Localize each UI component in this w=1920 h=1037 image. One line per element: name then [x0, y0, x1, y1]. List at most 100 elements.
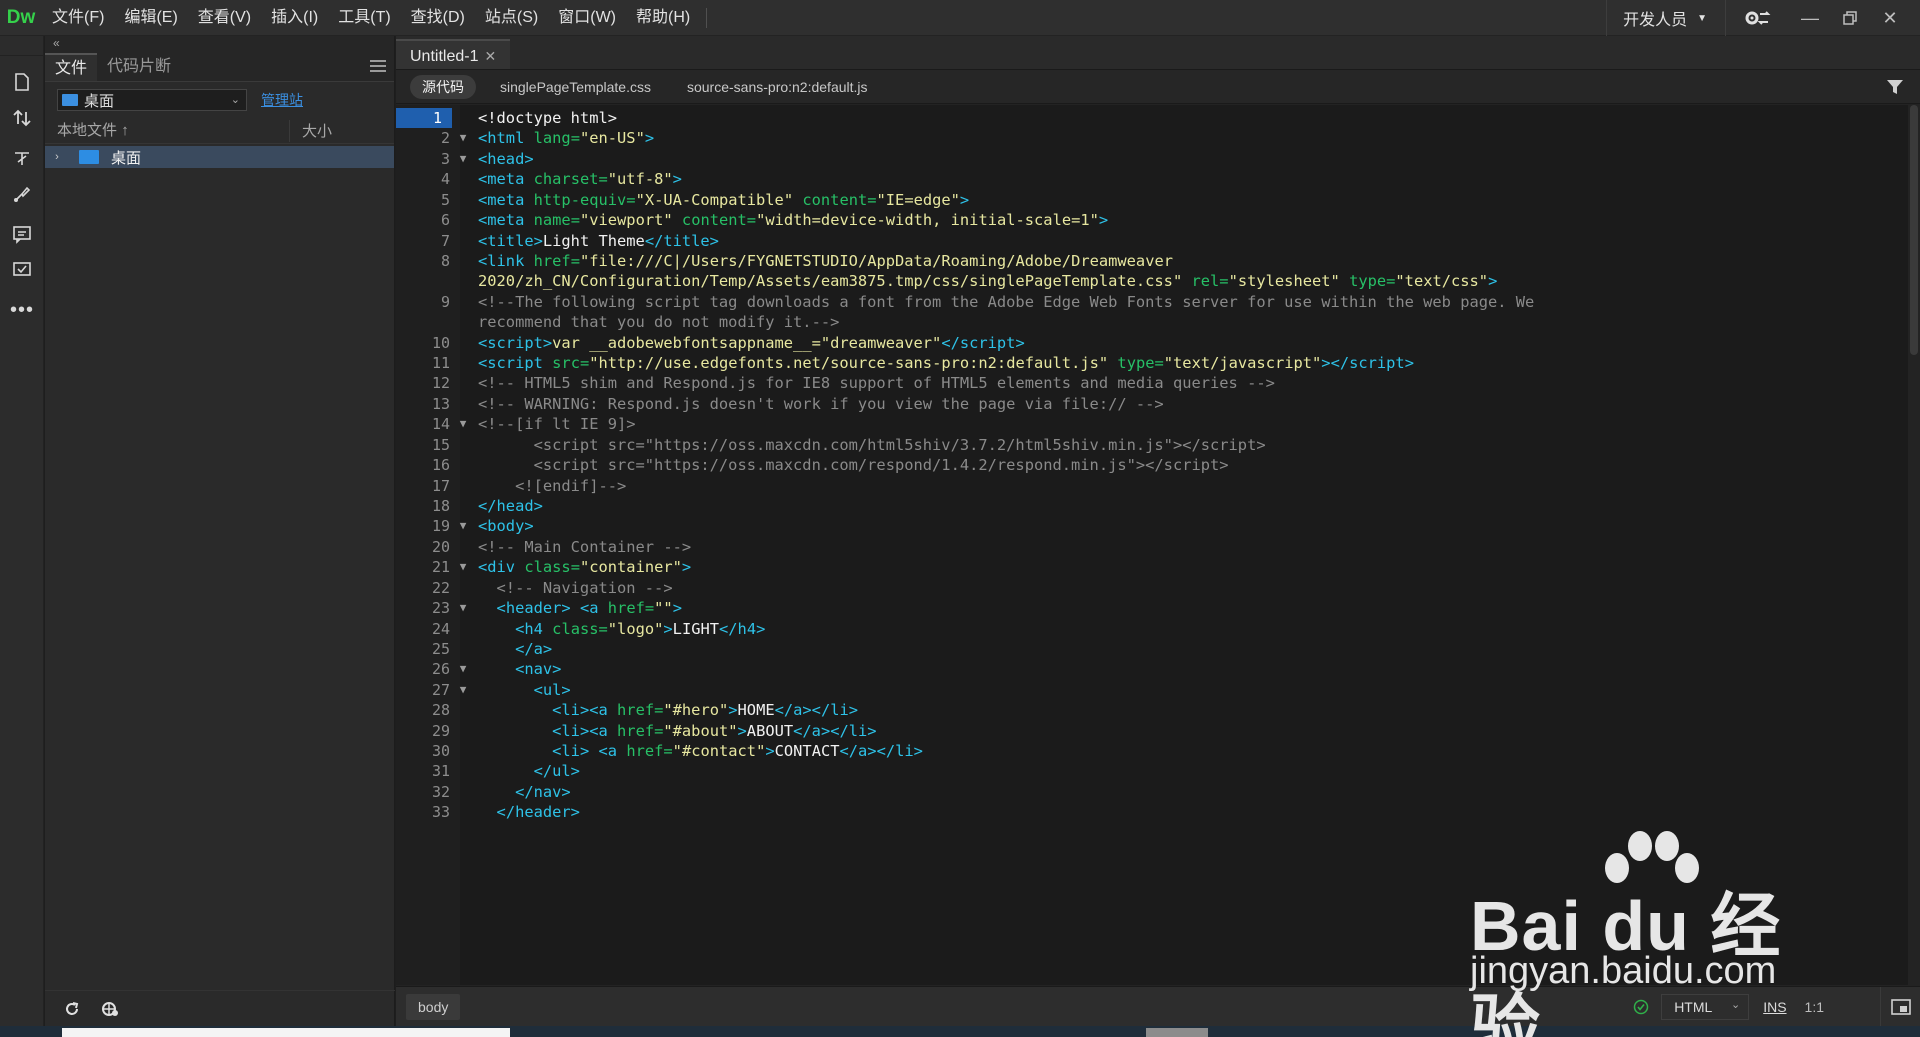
cursor-position: 1:1 — [1804, 999, 1824, 1015]
filter-icon[interactable] — [1886, 79, 1904, 95]
code-line[interactable]: 8 <link href="file:///C|/Users/FYGNETSTUD… — [396, 251, 1920, 271]
code-line[interactable]: 4 <meta charset="utf-8"> — [396, 169, 1920, 189]
code-line[interactable]: 22 <!-- Navigation --> — [396, 578, 1920, 598]
code-line[interactable]: 18 </head> — [396, 496, 1920, 516]
code-line[interactable]: 10 <script>var __adobewebfontsappname__="… — [396, 333, 1920, 353]
menu-item-3[interactable]: 插入(I) — [261, 0, 328, 36]
manage-sites-link[interactable]: 管理站 — [261, 90, 303, 110]
code-line[interactable]: 24 <h4 class="logo">LIGHT</h4> — [396, 619, 1920, 639]
sync-settings-button[interactable] — [1726, 0, 1790, 36]
code-editor[interactable]: 1 <!doctype html> 2 ▼ <html lang="en-US"> 3 ▼ <… — [396, 105, 1920, 985]
code-text: <link href="file:///C|/Users/FYGNETSTUDI… — [478, 251, 1173, 270]
workspace-switcher[interactable]: 开发人员 ▼ — [1606, 0, 1726, 36]
fold-arrow-icon[interactable]: ▼ — [456, 149, 470, 169]
more-tools-button[interactable]: ••• — [0, 292, 44, 328]
site-select[interactable]: 桌面 ⌄ — [57, 89, 247, 111]
code-line[interactable]: 9 <!--The following script tag downloads … — [396, 292, 1920, 312]
live-preview-button[interactable] — [1880, 987, 1920, 1027]
code-line[interactable]: 26 ▼ <nav> — [396, 659, 1920, 679]
close-tab-icon[interactable]: ✕ — [484, 48, 496, 64]
code-line[interactable]: 16 <script src="https://oss.maxcdn.com/r… — [396, 455, 1920, 475]
restore-button[interactable] — [1830, 0, 1870, 36]
code-line[interactable]: 7 <title>Light Theme</title> — [396, 231, 1920, 251]
code-line[interactable]: 29 <li><a href="#about">ABOUT</a></li> — [396, 721, 1920, 741]
fold-arrow-icon[interactable]: ▼ — [456, 414, 470, 434]
menu-item-4[interactable]: 工具(T) — [328, 0, 400, 36]
related-source-code[interactable]: 源代码 — [410, 74, 476, 99]
tree-item-desktop[interactable]: › 桌面 — [45, 146, 394, 168]
tab-untitled-1[interactable]: Untitled-1 ✕ — [396, 39, 511, 69]
code-line[interactable]: 11 <script src="http://use.edgefonts.net/… — [396, 353, 1920, 373]
menu-separator — [706, 7, 708, 28]
files-panel: « 文件 代码片断 桌面 ⌄ 管理站 本地文件 ↑ 大小 › 桌面 — [45, 36, 395, 1026]
chevron-right-icon[interactable]: › — [45, 151, 69, 163]
code-line[interactable]: 19 ▼ <body> — [396, 516, 1920, 536]
menu-item-0[interactable]: 文件(F) — [42, 0, 114, 36]
code-line[interactable]: 12 <!-- HTML5 shim and Respond.js for IE8… — [396, 373, 1920, 393]
code-line[interactable]: 1 <!doctype html> — [396, 108, 1920, 129]
column-local-files[interactable]: 本地文件 ↑ — [45, 119, 290, 142]
code-line[interactable]: 6 <meta name="viewport" content="width=de… — [396, 210, 1920, 230]
code-line[interactable]: 2020/zh_CN/Configuration/Temp/Assets/eam… — [396, 271, 1920, 291]
code-line[interactable]: 32 </nav> — [396, 782, 1920, 802]
insert-mode-toggle[interactable]: INS — [1763, 999, 1786, 1015]
panel-menu-icon[interactable] — [370, 60, 386, 75]
close-window-button[interactable]: ✕ — [1870, 0, 1910, 36]
menu-item-2[interactable]: 查看(V) — [188, 0, 261, 36]
code-line[interactable]: 33 </header> — [396, 802, 1920, 822]
menu-item-5[interactable]: 查找(D) — [401, 0, 475, 36]
taskbar-item[interactable] — [1146, 1028, 1208, 1037]
code-line[interactable]: 30 <li> <a href="#contact">CONTACT</a></… — [396, 741, 1920, 761]
snippets-button[interactable] — [0, 216, 44, 252]
fold-arrow-icon[interactable]: ▼ — [456, 128, 470, 148]
code-line[interactable]: 20 <!-- Main Container --> — [396, 537, 1920, 557]
collapse-panel-button[interactable]: « — [45, 36, 394, 52]
assets-button[interactable] — [0, 252, 44, 288]
tab-files[interactable]: 文件 — [45, 53, 98, 81]
fold-arrow-icon[interactable]: ▼ — [456, 680, 470, 700]
menu-item-6[interactable]: 站点(S) — [475, 0, 548, 36]
refresh-button[interactable] — [53, 994, 91, 1024]
code-line[interactable]: 21 ▼ <div class="container"> — [396, 557, 1920, 577]
toolbar-grip[interactable] — [0, 36, 43, 56]
file-transfer-button[interactable] — [0, 100, 44, 136]
column-size[interactable]: 大小 — [290, 120, 332, 141]
brush-button[interactable] — [0, 176, 44, 212]
check-circle-icon[interactable] — [1633, 999, 1649, 1015]
related-css-file[interactable]: singlePageTemplate.css — [482, 75, 669, 99]
minimize-button[interactable]: — — [1790, 0, 1830, 36]
code-text: <script src="https://oss.maxcdn.com/html… — [478, 435, 1266, 454]
code-line[interactable]: 25 </a> — [396, 639, 1920, 659]
menu-item-7[interactable]: 窗口(W) — [548, 0, 626, 36]
document-type-value: HTML — [1674, 999, 1713, 1015]
fold-arrow-icon[interactable]: ▼ — [456, 557, 470, 577]
code-line[interactable]: 28 <li><a href="#hero">HOME</a></li> — [396, 700, 1920, 720]
line-number: 27 — [431, 680, 450, 699]
code-line[interactable]: 15 <script src="https://oss.maxcdn.com/h… — [396, 435, 1920, 455]
code-line[interactable]: 31 </ul> — [396, 761, 1920, 781]
fold-arrow-icon[interactable]: ▼ — [456, 598, 470, 618]
menu-item-1[interactable]: 编辑(E) — [114, 0, 187, 36]
fold-arrow-icon[interactable]: ▼ — [456, 659, 470, 679]
document-tab-label: Untitled-1 — [410, 48, 479, 65]
tag-selector-body[interactable]: body — [406, 993, 461, 1020]
code-line[interactable]: 14 ▼ <!--[if lt IE 9]> — [396, 414, 1920, 434]
code-line[interactable]: 27 ▼ <ul> — [396, 680, 1920, 700]
wand-button[interactable] — [0, 140, 44, 176]
document-type-select[interactable]: HTML ⌄ — [1661, 994, 1750, 1020]
taskbar-window-thumb[interactable] — [62, 1028, 510, 1037]
open-documents-button[interactable] — [0, 64, 44, 100]
related-js-file[interactable]: source-sans-pro:n2:default.js — [669, 75, 886, 99]
code-line[interactable]: 13 <!-- WARNING: Respond.js doesn't work … — [396, 394, 1920, 414]
code-line[interactable]: 2 ▼ <html lang="en-US"> — [396, 128, 1920, 148]
code-line[interactable]: recommend that you do not modify it.--> — [396, 312, 1920, 332]
fold-arrow-icon[interactable]: ▼ — [456, 516, 470, 536]
code-line[interactable]: 17 <![endif]--> — [396, 476, 1920, 496]
code-line[interactable]: 3 ▼ <head> — [396, 149, 1920, 169]
close-icon: ✕ — [1882, 7, 1898, 28]
code-line[interactable]: 23 ▼ <header> <a href=""> — [396, 598, 1920, 618]
menu-item-8[interactable]: 帮助(H) — [626, 0, 700, 36]
tab-snippets[interactable]: 代码片断 — [97, 53, 181, 81]
connect-server-button[interactable] — [91, 994, 129, 1024]
code-line[interactable]: 5 <meta http-equiv="X-UA-Compatible" cont… — [396, 190, 1920, 210]
